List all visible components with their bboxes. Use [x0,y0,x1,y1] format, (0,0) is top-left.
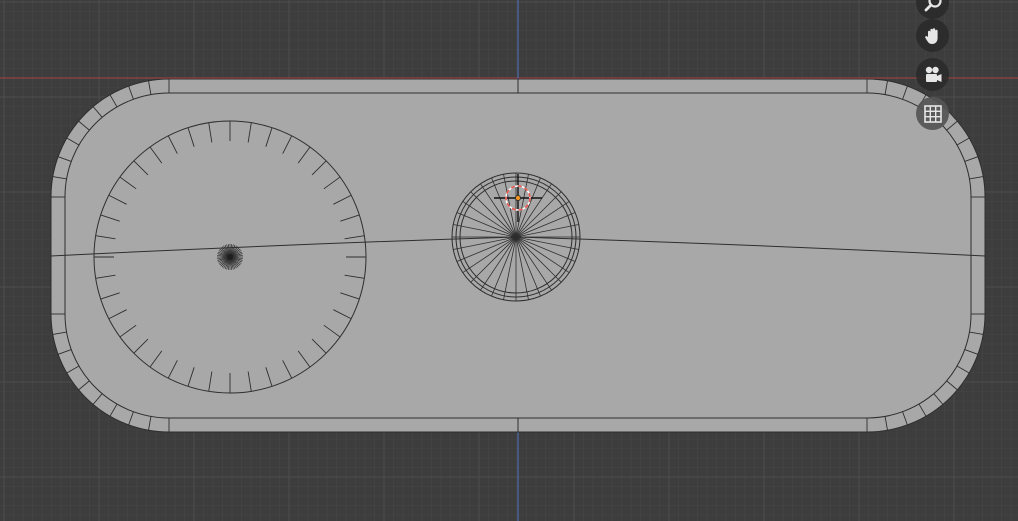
navigation-gizmo-bar [916,0,950,132]
hand-icon[interactable] [916,19,949,52]
viewport-scene[interactable] [0,0,1018,521]
camera-icon[interactable] [916,58,949,91]
dial-center-hub [217,244,243,270]
hub-center [227,254,233,260]
slab-outer-face [50,78,986,433]
object-origin-dot[interactable] [515,194,522,201]
rounded-slab-mesh[interactable] [50,78,986,433]
magnifier-icon[interactable] [916,0,949,19]
3d-viewport[interactable] [0,0,1018,521]
grid-icon[interactable] [916,97,949,130]
knob-radial-edges [452,173,580,301]
knob-cylinder-mesh[interactable] [451,172,581,302]
